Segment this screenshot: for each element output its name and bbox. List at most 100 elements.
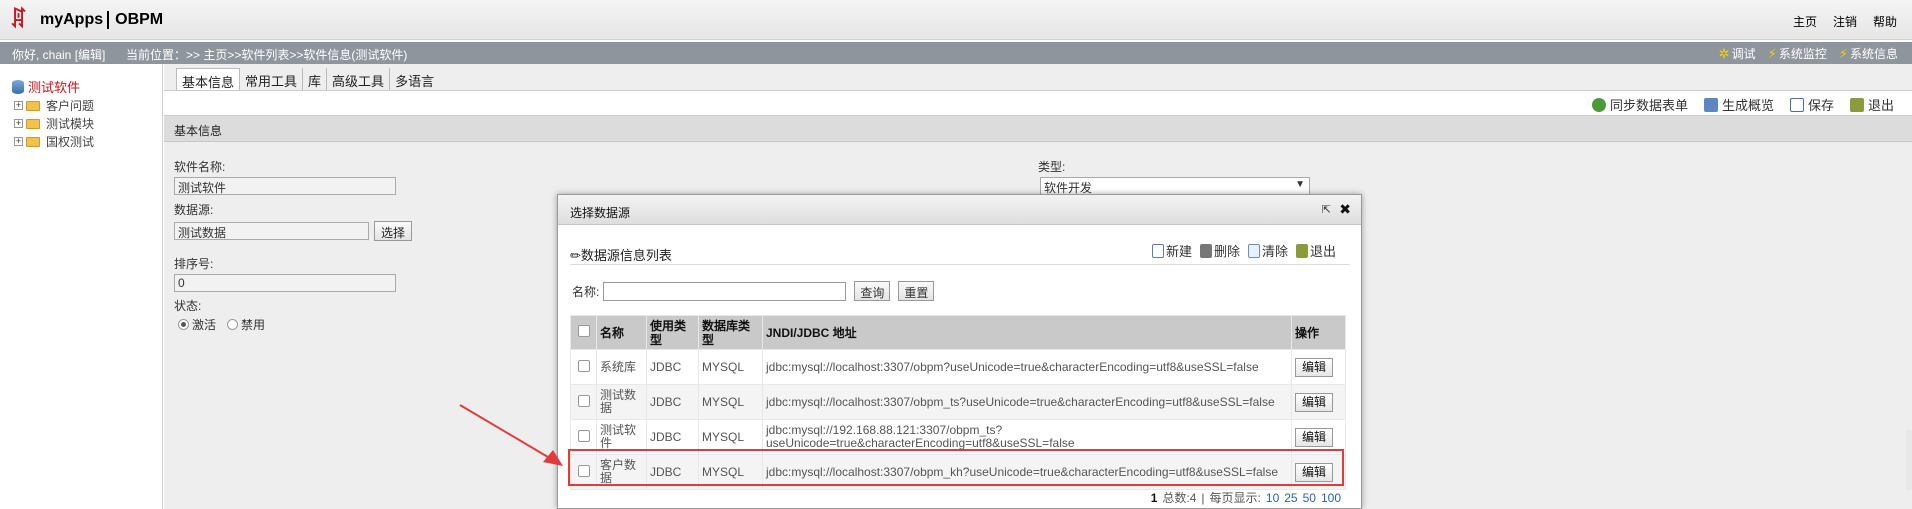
page-scrollbar[interactable]: [1906, 430, 1912, 490]
new-button[interactable]: 新建: [1151, 241, 1192, 260]
status-bar: 你好, chain [编辑] 当前位置：>> 主页>>软件列表>>软件信息(测试…: [0, 42, 1912, 64]
tab-basic-info[interactable]: 基本信息: [176, 68, 241, 90]
use-type-cell: JDBC: [646, 384, 699, 420]
tab-advanced-tools[interactable]: 高级工具: [327, 68, 391, 90]
datasource-input[interactable]: 测试数据: [174, 222, 369, 240]
url-cell: jdbc:mysql://localhost:3307/obpm_ts?useU…: [762, 384, 1292, 420]
table-header-row: 名称 使用类型 数据库类型 JNDI/JDBC 地址 操作: [570, 315, 1346, 350]
select-datasource-button[interactable]: 选择: [374, 221, 413, 241]
order-input[interactable]: 0: [174, 274, 396, 292]
gear-icon: ✲: [1718, 45, 1730, 61]
per-page-label: 每页显示:: [1209, 491, 1261, 505]
row-checkbox[interactable]: [577, 359, 590, 372]
tree-node-label: 测试模块: [46, 117, 95, 131]
status-disabled-radio[interactable]: 禁用: [227, 316, 265, 333]
trash-icon: [1199, 243, 1212, 258]
sysinfo-label: 系统信息: [1849, 47, 1898, 61]
type-label: 类型:: [1038, 160, 1066, 174]
monitor-tool[interactable]: ⚡ 系统监控: [1768, 45, 1827, 62]
list-title-label: 数据源信息列表: [580, 248, 672, 263]
row-checkbox[interactable]: [577, 464, 590, 477]
row-checkbox-cell: [570, 454, 597, 490]
debug-tool[interactable]: ✲ 调试: [1719, 45, 1756, 62]
datasource-label: 数据源:: [174, 203, 214, 217]
table-row[interactable]: 测试数据 JDBC MYSQL jdbc:mysql://localhost:3…: [570, 384, 1346, 420]
user-greeting[interactable]: 你好, chain [编辑]: [12, 46, 105, 63]
logo-mark-icon: ꁲ: [10, 7, 28, 33]
current-page[interactable]: 1: [1151, 491, 1158, 505]
operation-cell: 编辑: [1291, 349, 1346, 385]
dialog-title: 选择数据源: [570, 206, 631, 220]
popout-icon[interactable]: ⇱: [1322, 203, 1331, 216]
folder-icon: [26, 118, 40, 129]
tree-root-label: 测试软件: [28, 80, 81, 95]
row-checkbox[interactable]: [577, 394, 590, 407]
url-cell: jdbc:mysql://localhost:3307/obpm_kh?useU…: [762, 454, 1292, 490]
page-size-100[interactable]: 100: [1321, 491, 1341, 505]
query-button[interactable]: 查询: [854, 281, 891, 301]
col-name: 名称: [596, 315, 647, 350]
tab-bar: 基本信息 常用工具 库 高级工具 多语言: [176, 68, 439, 90]
sync-icon: [1591, 97, 1606, 112]
edit-button[interactable]: 编辑: [1295, 427, 1334, 447]
app-name: myApps: [40, 11, 104, 28]
home-link[interactable]: 主页: [1793, 13, 1817, 30]
table-row[interactable]: 系统库 JDBC MYSQL jdbc:mysql://localhost:33…: [570, 349, 1346, 385]
database-icon: [12, 79, 24, 94]
select-all-checkbox[interactable]: [577, 325, 590, 337]
lightning-icon: ⚡: [1838, 45, 1848, 61]
tree-node-label: 客户问题: [46, 99, 95, 113]
lightning-icon: ⚡: [1767, 45, 1777, 61]
exit-icon: [1849, 97, 1864, 112]
edit-button[interactable]: 编辑: [1295, 357, 1334, 377]
tree-node-test-module[interactable]: + 测试模块: [14, 115, 94, 132]
page-size-10[interactable]: 10: [1266, 491, 1279, 505]
edit-button[interactable]: 编辑: [1295, 392, 1334, 412]
generate-overview-button[interactable]: 生成概览: [1703, 95, 1774, 114]
dialog-list-header: ✏数据源信息列表 新建 删除 清除 退出: [570, 241, 1350, 265]
status-active-radio[interactable]: 激活: [178, 316, 216, 333]
db-type-cell: MYSQL: [698, 349, 763, 385]
page-size-50[interactable]: 50: [1303, 491, 1316, 505]
dialog-exit-button[interactable]: 退出: [1295, 241, 1336, 260]
tree-root[interactable]: 测试软件: [12, 77, 80, 96]
app-logo: ꁲ myApps OBPM: [10, 6, 163, 34]
use-type-cell: JDBC: [646, 349, 699, 385]
table-row[interactable]: 客户数据 JDBC MYSQL jdbc:mysql://localhost:3…: [570, 454, 1346, 490]
sync-form-button[interactable]: 同步数据表单: [1591, 95, 1688, 114]
table-row[interactable]: 测试软件 JDBC MYSQL jdbc:mysql://192.168.88.…: [570, 419, 1346, 455]
reset-button[interactable]: 重置: [898, 281, 935, 301]
name-search-input[interactable]: [603, 281, 847, 301]
expand-icon[interactable]: +: [14, 137, 23, 146]
select-datasource-dialog: 选择数据源 ⇱ ✖ ✏数据源信息列表 新建 删除 清除 退出 名称: 查询 重置…: [557, 194, 1362, 509]
delete-button[interactable]: 删除: [1199, 241, 1240, 260]
name-cell: 客户数据: [596, 454, 647, 490]
clear-button[interactable]: 清除: [1247, 241, 1288, 260]
expand-icon[interactable]: +: [14, 101, 23, 110]
type-select[interactable]: 软件开发 ▼: [1040, 177, 1310, 195]
exit-button[interactable]: 退出: [1849, 95, 1894, 114]
close-icon[interactable]: ✖: [1339, 201, 1351, 218]
tab-common-tools[interactable]: 常用工具: [240, 68, 304, 90]
tab-library[interactable]: 库: [303, 68, 328, 90]
breadcrumb: 当前位置：>> 主页>>软件列表>>软件信息(测试软件): [126, 48, 408, 62]
tree-node-customer[interactable]: + 客户问题: [14, 97, 94, 114]
logout-link[interactable]: 注销: [1833, 13, 1857, 30]
software-name-input[interactable]: 测试软件: [174, 177, 396, 195]
row-checkbox[interactable]: [577, 429, 590, 442]
select-all-cell: [570, 315, 597, 350]
db-type-cell: MYSQL: [698, 419, 763, 455]
page-size-25[interactable]: 25: [1284, 491, 1297, 505]
help-link[interactable]: 帮助: [1873, 13, 1897, 30]
status-active-label: 激活: [192, 318, 217, 332]
search-bar: 名称: 查询 重置: [572, 281, 935, 301]
operation-cell: 编辑: [1291, 454, 1346, 490]
edit-button[interactable]: 编辑: [1295, 462, 1334, 482]
tab-multilanguage[interactable]: 多语言: [390, 68, 439, 90]
tree-node-guoquan[interactable]: + 国权测试: [14, 133, 94, 150]
monitor-label: 系统监控: [1778, 47, 1827, 61]
sysinfo-tool[interactable]: ⚡ 系统信息: [1839, 45, 1898, 62]
dialog-exit-label: 退出: [1309, 244, 1336, 259]
expand-icon[interactable]: +: [14, 119, 23, 128]
save-button[interactable]: 保存: [1789, 95, 1834, 114]
